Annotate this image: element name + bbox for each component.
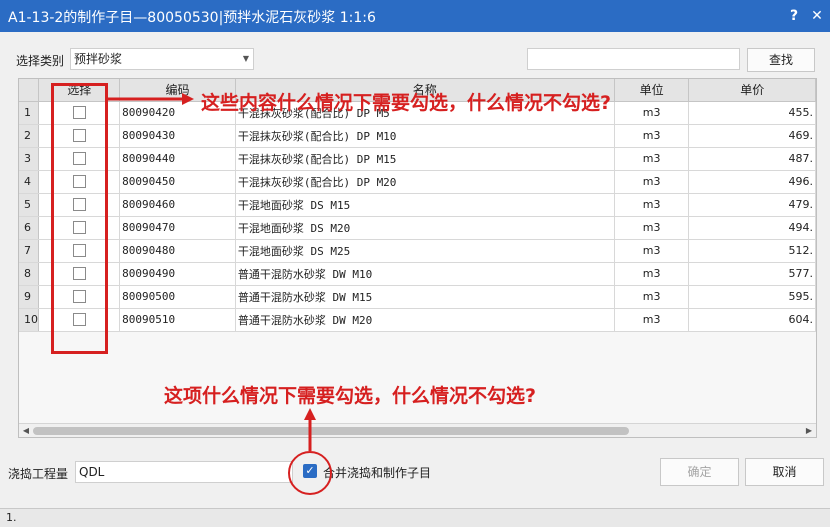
background-strip: 1.: [0, 508, 830, 527]
code-cell: 80090430: [119, 124, 236, 148]
price-cell: 487.: [688, 147, 816, 171]
column-header-price[interactable]: 单价: [688, 79, 816, 102]
horizontal-scrollbar[interactable]: ◀ ▶: [19, 423, 816, 437]
unit-cell: m3: [614, 101, 690, 125]
row-number: 6: [19, 216, 40, 240]
name-cell: 干混地面砂浆 DS M25: [235, 239, 615, 263]
chevron-left-icon[interactable]: ◀: [20, 424, 32, 437]
row-number: 10: [19, 308, 40, 332]
annotation-text-top: 这些内容什么情况下需要勾选，什么情况不勾选?: [201, 92, 612, 114]
table-row[interactable]: 2 80090430 干混抹灰砂浆(配合比) DP M10 m3 469.: [19, 124, 816, 148]
code-cell: 80090470: [119, 216, 236, 240]
row-number: 2: [19, 124, 40, 148]
price-cell: 496.: [688, 170, 816, 194]
dialog-window: A1-13-2的制作子目—80050530|预拌水泥石灰砂浆 1:1:6 ? ✕…: [0, 0, 830, 527]
table-row[interactable]: 3 80090440 干混抹灰砂浆(配合比) DP M15 m3 487.: [19, 147, 816, 171]
price-cell: 577.: [688, 262, 816, 286]
qty-input[interactable]: QDL: [75, 461, 293, 483]
name-cell: 干混抹灰砂浆(配合比) DP M15: [235, 147, 615, 171]
price-cell: 455.: [688, 101, 816, 125]
name-cell: 干混抹灰砂浆(配合比) DP M20: [235, 170, 615, 194]
annotation-highlight-box: [51, 83, 108, 354]
row-number: 8: [19, 262, 40, 286]
name-cell: 普通干混防水砂浆 DW M20: [235, 308, 615, 332]
code-cell: 80090510: [119, 308, 236, 332]
unit-cell: m3: [614, 239, 690, 263]
code-cell: 80090500: [119, 285, 236, 309]
scrollbar-thumb[interactable]: [33, 427, 629, 435]
close-button[interactable]: ✕: [805, 4, 829, 28]
category-label: 选择类别: [16, 54, 65, 68]
unit-cell: m3: [614, 308, 690, 332]
category-value: 预拌砂浆: [74, 52, 123, 66]
qty-label: 浇捣工程量: [8, 467, 69, 481]
unit-cell: m3: [614, 124, 690, 148]
price-cell: 494.: [688, 216, 816, 240]
row-number: 5: [19, 193, 40, 217]
price-cell: 479.: [688, 193, 816, 217]
table-row[interactable]: 5 80090460 干混地面砂浆 DS M15 m3 479.: [19, 193, 816, 217]
cancel-button[interactable]: 取消: [745, 458, 824, 486]
table-row[interactable]: 9 80090500 普通干混防水砂浆 DW M15 m3 595.: [19, 285, 816, 309]
table-row[interactable]: 4 80090450 干混抹灰砂浆(配合比) DP M20 m3 496.: [19, 170, 816, 194]
title-bar: A1-13-2的制作子目—80050530|预拌水泥石灰砂浆 1:1:6 ? ✕: [0, 0, 830, 32]
price-cell: 512.: [688, 239, 816, 263]
material-table: 选择 编码 名称 单位 单价 1 80090420 干混抹灰砂浆(配合比) DP M…: [19, 79, 816, 332]
table-row[interactable]: 6 80090470 干混地面砂浆 DS M20 m3 494.: [19, 216, 816, 240]
unit-cell: m3: [614, 216, 690, 240]
unit-cell: m3: [614, 262, 690, 286]
search-input[interactable]: [527, 48, 740, 70]
code-cell: 80090460: [119, 193, 236, 217]
unit-cell: m3: [614, 193, 690, 217]
table-row[interactable]: 10 80090510 普通干混防水砂浆 DW M20 m3 604.: [19, 308, 816, 332]
code-cell: 80090490: [119, 262, 236, 286]
code-cell: 80090440: [119, 147, 236, 171]
merge-label: 合并浇捣和制作子目: [323, 466, 432, 480]
code-cell: 80090450: [119, 170, 236, 194]
name-cell: 普通干混防水砂浆 DW M15: [235, 285, 615, 309]
unit-cell: m3: [614, 147, 690, 171]
window-title: A1-13-2的制作子目—80050530|预拌水泥石灰砂浆 1:1:6: [8, 10, 376, 26]
row-number: 1: [19, 101, 40, 125]
chevron-down-icon: ▼: [242, 54, 249, 63]
name-cell: 普通干混防水砂浆 DW M10: [235, 262, 615, 286]
help-button[interactable]: ?: [782, 4, 806, 28]
code-cell: 80090480: [119, 239, 236, 263]
annotation-text-bottom: 这项什么情况下需要勾选，什么情况不勾选?: [164, 385, 537, 407]
name-cell: 干混抹灰砂浆(配合比) DP M10: [235, 124, 615, 148]
table-row[interactable]: 7 80090480 干混地面砂浆 DS M25 m3 512.: [19, 239, 816, 263]
row-number: 7: [19, 239, 40, 263]
row-number: 9: [19, 285, 40, 309]
name-cell: 干混地面砂浆 DS M15: [235, 193, 615, 217]
corner-cell: [19, 79, 40, 102]
column-header-unit[interactable]: 单位: [614, 79, 690, 102]
table-row[interactable]: 8 80090490 普通干混防水砂浆 DW M10 m3 577.: [19, 262, 816, 286]
ok-button[interactable]: 确定: [660, 458, 739, 486]
price-cell: 469.: [688, 124, 816, 148]
unit-cell: m3: [614, 285, 690, 309]
table-body: 1 80090420 干混抹灰砂浆(配合比) DP M5 m3 455. 2 8009043…: [19, 101, 816, 332]
name-cell: 干混地面砂浆 DS M20: [235, 216, 615, 240]
price-cell: 604.: [688, 308, 816, 332]
price-cell: 595.: [688, 285, 816, 309]
find-button[interactable]: 查找: [747, 48, 815, 72]
category-select[interactable]: 预拌砂浆 ▼: [70, 48, 254, 70]
row-number: 3: [19, 147, 40, 171]
row-number: 4: [19, 170, 40, 194]
chevron-right-icon[interactable]: ▶: [803, 424, 815, 437]
strip-number: 1.: [6, 511, 17, 524]
unit-cell: m3: [614, 170, 690, 194]
annotation-circle: [288, 451, 332, 495]
